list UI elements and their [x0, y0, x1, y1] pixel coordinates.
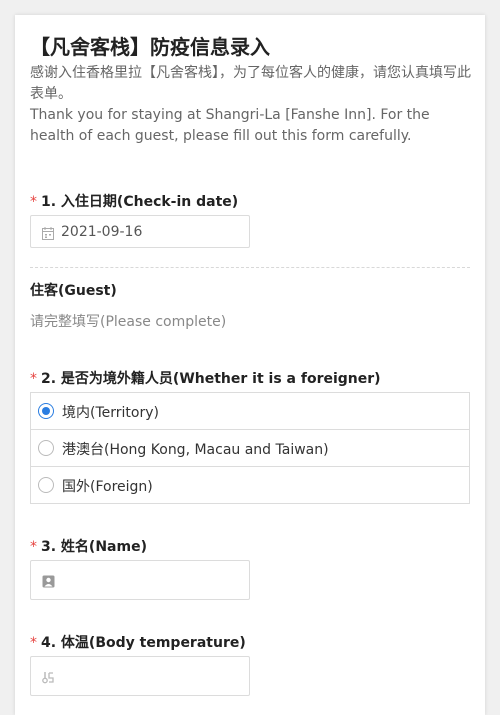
- temperature-input[interactable]: [30, 656, 250, 696]
- question-3-text: 3. 姓名(Name): [41, 539, 147, 555]
- question-3-label: * 3. 姓名(Name): [30, 536, 147, 556]
- guest-section-subtitle: 请完整填写(Please complete): [30, 314, 227, 330]
- foreigner-radio-group: 境内(Territory) 港澳台(Hong Kong, Macau and T…: [30, 392, 470, 504]
- question-2-text: 2. 是否为境外籍人员(Whether it is a foreigner): [41, 371, 381, 387]
- checkin-date-value: 2021-09-16: [61, 224, 143, 240]
- radio-option-label: 境内(Territory): [62, 405, 159, 421]
- section-divider: [30, 267, 470, 268]
- question-1-label: * 1. 入住日期(Check-in date): [30, 191, 238, 211]
- description-english: Thank you for staying at Shangri-La [Fan…: [30, 107, 430, 144]
- description-chinese: 感谢入住香格里拉【凡舍客栈】，为了每位客人的健康，请您认真填写此表单。: [30, 65, 471, 102]
- checkin-date-input[interactable]: 2021-09-16: [30, 215, 250, 248]
- name-input[interactable]: [30, 560, 250, 600]
- question-4-text: 4. 体温(Body temperature): [41, 635, 246, 651]
- radio-option-label: 国外(Foreign): [62, 479, 153, 495]
- form-title: 【凡舍客栈】防疫信息录入: [30, 35, 270, 59]
- radio-button[interactable]: [38, 440, 54, 456]
- calendar-icon: [42, 225, 54, 244]
- guest-section-title: 住客(Guest): [30, 283, 117, 299]
- required-mark: *: [30, 194, 37, 210]
- required-mark: *: [30, 635, 37, 651]
- required-mark: *: [30, 371, 37, 387]
- question-2-label: * 2. 是否为境外籍人员(Whether it is a foreigner): [30, 368, 381, 388]
- question-1-text: 1. 入住日期(Check-in date): [41, 194, 239, 210]
- question-4-label: * 4. 体温(Body temperature): [30, 632, 246, 652]
- thermometer-icon: [42, 669, 56, 688]
- form-description: 感谢入住香格里拉【凡舍客栈】，为了每位客人的健康，请您认真填写此表单。 Than…: [30, 63, 475, 147]
- radio-option-territory[interactable]: 境内(Territory): [31, 393, 469, 430]
- required-mark: *: [30, 539, 37, 555]
- radio-option-foreign[interactable]: 国外(Foreign): [31, 467, 469, 503]
- person-card-icon: [42, 573, 55, 592]
- form-card: 【凡舍客栈】防疫信息录入 感谢入住香格里拉【凡舍客栈】，为了每位客人的健康，请您…: [15, 15, 485, 715]
- radio-option-label: 港澳台(Hong Kong, Macau and Taiwan): [62, 442, 329, 458]
- radio-button[interactable]: [38, 477, 54, 493]
- radio-option-hk-macau-taiwan[interactable]: 港澳台(Hong Kong, Macau and Taiwan): [31, 430, 469, 467]
- radio-button-checked[interactable]: [38, 403, 54, 419]
